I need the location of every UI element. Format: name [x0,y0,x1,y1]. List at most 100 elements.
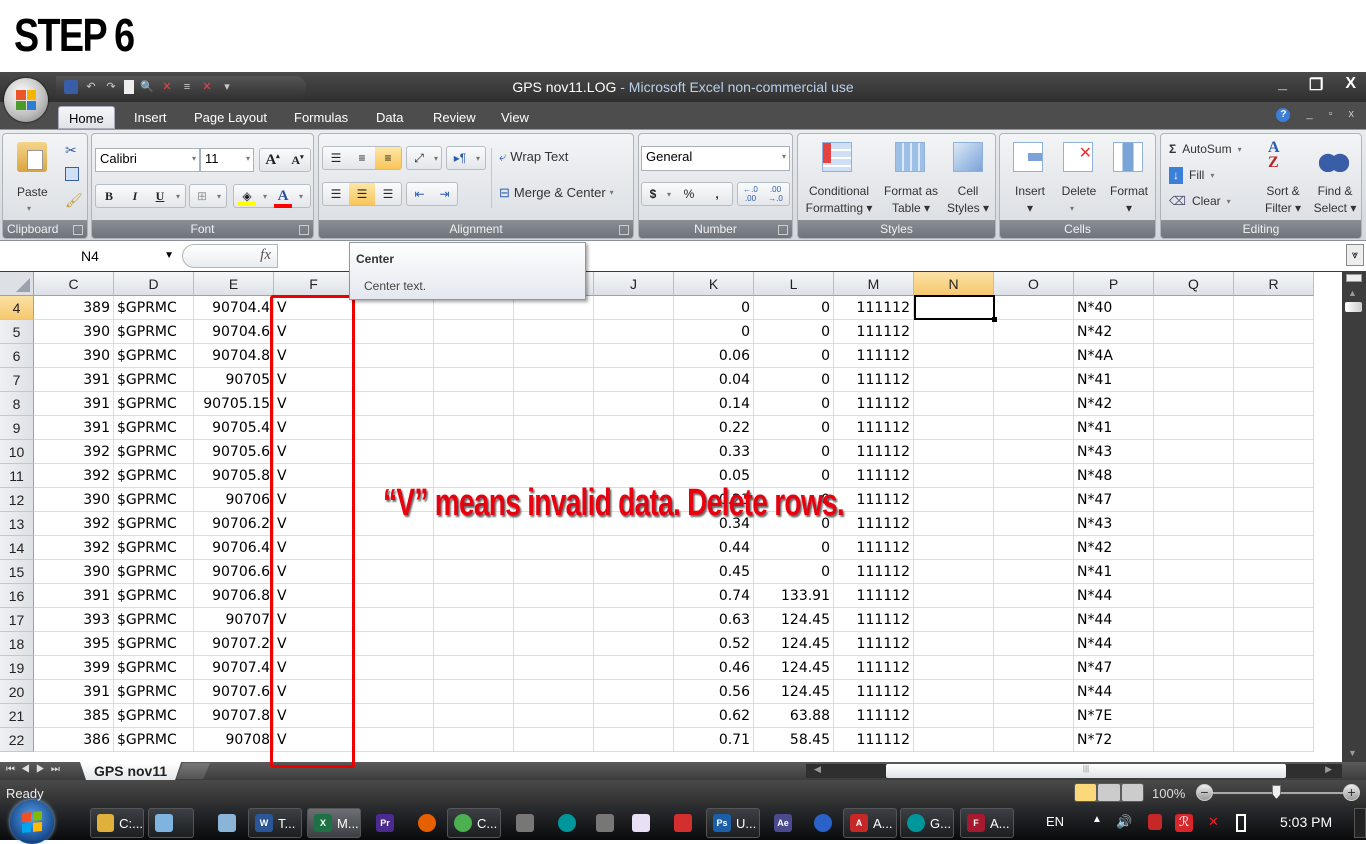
cell-d21[interactable]: $GPRMC [114,704,194,728]
cell-g15[interactable] [354,560,434,584]
row-header[interactable]: 7 [0,368,34,392]
cell-p20[interactable]: N*44 [1074,680,1154,704]
currency-dropdown-icon[interactable]: ▾ [664,190,674,199]
cell-g7[interactable] [354,368,434,392]
underline-button[interactable]: U [148,189,172,204]
cell-j10[interactable] [594,440,674,464]
clipboard-launcher-icon[interactable] [73,225,83,235]
cell-m9[interactable]: 111112 [834,416,914,440]
taskbar-item-arduino[interactable] [552,808,576,838]
cut-icon[interactable]: ✂ [65,142,77,159]
cell-n7[interactable] [914,368,994,392]
cell-i17[interactable] [514,608,594,632]
minimize-button[interactable]: _ [1278,75,1287,95]
underline-dropdown-icon[interactable]: ▾ [172,192,184,201]
cell-p4[interactable]: N*40 [1074,296,1154,320]
decrease-decimal-button[interactable]: .00 →.0 [763,185,788,203]
select-all-button[interactable] [0,272,34,296]
workbook-restore-button[interactable]: ▫ [1329,108,1333,122]
cell-e6[interactable]: 90704.8 [194,344,274,368]
cell-l16[interactable]: 133.91 [754,584,834,608]
cell-m13[interactable]: 111112 [834,512,914,536]
cell-e19[interactable]: 90707.4 [194,656,274,680]
insert-button[interactable]: Insert ▾ [1010,183,1050,217]
cell-m8[interactable]: 111112 [834,392,914,416]
normal-view-button[interactable] [1075,784,1097,801]
cell-d17[interactable]: $GPRMC [114,608,194,632]
cell-d14[interactable]: $GPRMC [114,536,194,560]
cell-n13[interactable] [914,512,994,536]
cell-h10[interactable] [434,440,514,464]
cell-q16[interactable] [1154,584,1234,608]
wrap-text-button[interactable]: ⤶ Wrap Text [499,148,568,165]
cell-i5[interactable] [514,320,594,344]
cell-o15[interactable] [994,560,1074,584]
align-left-button[interactable]: ☰ [323,187,349,201]
cell-g19[interactable] [354,656,434,680]
cell-r21[interactable] [1234,704,1314,728]
cell-c9[interactable]: 391 [34,416,114,440]
tab-home[interactable]: Home [58,106,115,129]
taskbar-item-flash[interactable]: F A... [960,808,1014,838]
text-direction-dropdown-icon[interactable]: ▾ [473,154,483,163]
cell-h9[interactable] [434,416,514,440]
row-header[interactable]: 17 [0,608,34,632]
taskbar-item-notepad[interactable] [148,808,194,838]
cell-i7[interactable] [514,368,594,392]
cell-n8[interactable] [914,392,994,416]
cell-c14[interactable]: 392 [34,536,114,560]
orientation-icon[interactable]: ⤢ [407,151,431,166]
cell-l17[interactable]: 124.45 [754,608,834,632]
format-painter-icon[interactable]: 🖌 [65,192,83,209]
cell-q19[interactable] [1154,656,1234,680]
cell-d12[interactable]: $GPRMC [114,488,194,512]
row-header[interactable]: 8 [0,392,34,416]
cell-i15[interactable] [514,560,594,584]
paste-dropdown-icon[interactable]: ▾ [27,200,31,217]
taskbar-item-arduino[interactable]: G... [900,808,954,838]
cell-n11[interactable] [914,464,994,488]
cell-p9[interactable]: N*41 [1074,416,1154,440]
cell-k15[interactable]: 0.45 [674,560,754,584]
cell-o6[interactable] [994,344,1074,368]
taskbar-item-app[interactable] [590,808,614,838]
page-break-view-button[interactable] [1121,784,1143,801]
number-launcher-icon[interactable] [778,225,788,235]
cell-m11[interactable]: 111112 [834,464,914,488]
cell-o22[interactable] [994,728,1074,752]
cell-c17[interactable]: 393 [34,608,114,632]
cell-h18[interactable] [434,632,514,656]
cell-n12[interactable] [914,488,994,512]
shrink-font-button[interactable]: A▾ [285,153,310,168]
cell-g5[interactable] [354,320,434,344]
center-button[interactable]: ☰ [349,183,375,205]
cell-c16[interactable]: 391 [34,584,114,608]
cell-g17[interactable] [354,608,434,632]
cell-e22[interactable]: 90708 [194,728,274,752]
cell-q18[interactable] [1154,632,1234,656]
cell-o20[interactable] [994,680,1074,704]
cell-k8[interactable]: 0.14 [674,392,754,416]
cell-q13[interactable] [1154,512,1234,536]
cell-o7[interactable] [994,368,1074,392]
cell-c8[interactable]: 391 [34,392,114,416]
cell-q4[interactable] [1154,296,1234,320]
cell-l9[interactable]: 0 [754,416,834,440]
cell-d6[interactable]: $GPRMC [114,344,194,368]
cell-r18[interactable] [1234,632,1314,656]
cell-d16[interactable]: $GPRMC [114,584,194,608]
cell-l10[interactable]: 0 [754,440,834,464]
scroll-up-icon[interactable]: ▲ [1348,288,1357,298]
cell-g21[interactable] [354,704,434,728]
cell-h20[interactable] [434,680,514,704]
currency-button[interactable]: $ [642,187,664,201]
workbook-close-button[interactable]: x [1349,108,1355,122]
paste-icon[interactable] [17,142,47,172]
sort-filter-button[interactable]: Sort & Filter ▾ [1259,183,1307,217]
cell-o5[interactable] [994,320,1074,344]
workbook-minimize-button[interactable]: _ [1306,108,1312,122]
cell-n5[interactable] [914,320,994,344]
cell-n19[interactable] [914,656,994,680]
italic-button[interactable]: I [122,189,148,204]
cell-r13[interactable] [1234,512,1314,536]
